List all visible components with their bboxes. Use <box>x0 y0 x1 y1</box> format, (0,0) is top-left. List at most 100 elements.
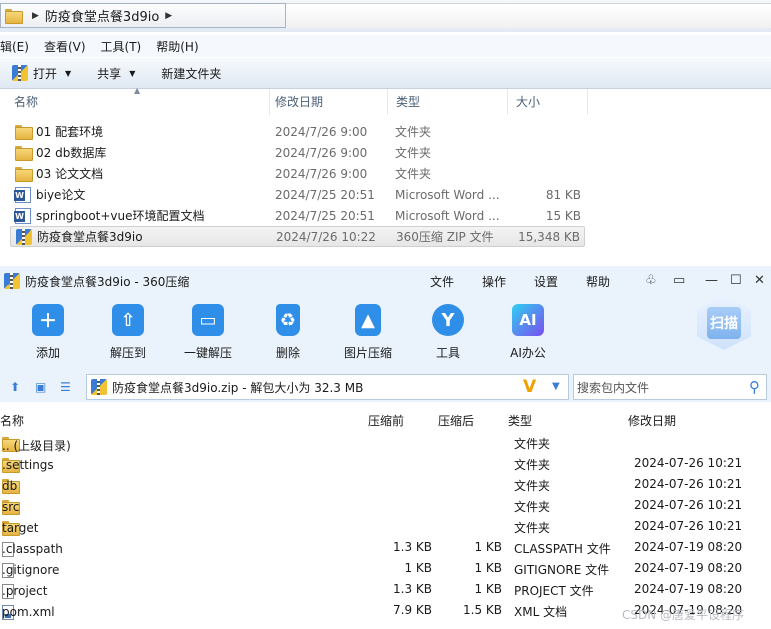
share-button-label: 共享 <box>97 66 122 81</box>
extract-icon: ⇧ <box>112 304 144 336</box>
file-name-text: 防疫食堂点餐3d9io <box>37 230 143 244</box>
share-button[interactable]: 共享 ▼ <box>97 65 135 82</box>
new-folder-button[interactable]: 新建文件夹 <box>161 65 221 82</box>
list-item[interactable]: db 文件夹 2024-07-26 10:21 <box>0 474 771 495</box>
file-row[interactable]: 01 配套环境 2024/7/26 9:00 文件夹 <box>10 121 585 142</box>
entry-name-text: .gitignore <box>2 563 60 577</box>
column-after[interactable]: 压缩后 <box>438 412 474 429</box>
zip-icon <box>4 273 20 289</box>
tools-button[interactable]: Y 工具 <box>413 304 483 361</box>
explorer-column-header: ▲ 名称 修改日期 类型 大小 <box>0 86 771 115</box>
column-type[interactable]: 类型 <box>508 412 532 429</box>
entry-type: 文件夹 <box>514 500 551 514</box>
chevron-right-icon[interactable]: ▶ <box>32 11 39 21</box>
entry-name-text: .project <box>2 584 48 598</box>
explorer-address-spacer <box>286 3 771 28</box>
file-name: 02 db数据库 <box>15 144 106 161</box>
file-type: 文件夹 <box>395 167 432 181</box>
zip-menu-file[interactable]: 文件 <box>430 273 454 290</box>
word-icon <box>14 186 31 203</box>
file-name: springboot+vue环境配置文档 <box>14 207 205 224</box>
ai-office-button[interactable]: AI AI办公 <box>493 304 563 361</box>
search-icon[interactable]: ⚲ <box>749 378 760 396</box>
scan-label: 扫描 <box>707 307 741 339</box>
zip-menu-settings[interactable]: 设置 <box>534 273 558 290</box>
file-name-text: 01 配套环境 <box>36 125 104 139</box>
entry-name-text: pom.xml <box>2 605 55 619</box>
zip-menu-help[interactable]: 帮助 <box>586 273 610 290</box>
column-date[interactable]: 修改日期 <box>267 89 388 115</box>
entry-after: 1.5 KB <box>463 603 502 617</box>
zip-title-text: 防疫食堂点餐3d9io - 360压缩 <box>25 274 190 289</box>
file-name: 防疫食堂点餐3d9io <box>16 228 143 245</box>
explorer-path-box[interactable]: ▶ 防疫食堂点餐3d9io ▶ <box>0 3 286 28</box>
chevron-right-icon[interactable]: ▶ <box>165 11 172 21</box>
minimize-icon[interactable]: — <box>705 273 718 288</box>
image-compress-button[interactable]: ▲ 图片压缩 <box>333 304 403 361</box>
list-item[interactable]: .settings 文件夹 2024-07-26 10:21 <box>0 453 771 474</box>
list-item[interactable]: .gitignore 1 KB 1 KB GITIGNORE 文件 2024-0… <box>0 558 771 579</box>
zip-search-input[interactable]: 搜索包内文件 ⚲ <box>573 374 767 400</box>
file-type: 文件夹 <box>395 146 432 160</box>
entry-after: 1 KB <box>474 582 502 596</box>
menu-view[interactable]: 查看(V) <box>44 38 86 55</box>
entry-modified: 2024-07-19 08:20 <box>634 540 743 554</box>
column-name[interactable]: 名称 <box>6 89 270 115</box>
file-date: 2024/7/26 9:00 <box>275 145 368 160</box>
file-row[interactable]: biye论文 2024/7/25 20:51 Microsoft Word ..… <box>10 184 585 205</box>
column-size[interactable]: 大小 <box>508 89 588 115</box>
open-button-label: 打开 <box>33 66 58 81</box>
open-button[interactable]: 打开 ▼ <box>12 65 71 82</box>
file-type: Microsoft Word ... <box>395 208 500 223</box>
skin-icon[interactable]: ♧ <box>645 273 657 288</box>
delete-button[interactable]: ♻ 删除 <box>253 304 323 361</box>
ai-office-label: AI办公 <box>510 346 546 360</box>
file-row[interactable]: 02 db数据库 2024/7/26 9:00 文件夹 <box>10 142 585 163</box>
entry-type: XML 文档 <box>514 605 568 619</box>
list-item[interactable]: .project 1.3 KB 1 KB PROJECT 文件 2024-07-… <box>0 579 771 600</box>
list-item[interactable]: target 文件夹 2024-07-26 10:21 <box>0 516 771 537</box>
add-button[interactable]: ＋ 添加 <box>13 304 83 361</box>
file-name-text: springboot+vue环境配置文档 <box>36 209 205 223</box>
zip-menu-operate[interactable]: 操作 <box>482 273 506 290</box>
entry-type: GITIGNORE 文件 <box>514 563 610 577</box>
file-type: 文件夹 <box>395 125 432 139</box>
one-click-extract-button[interactable]: ▭ 一键解压 <box>173 304 243 361</box>
entry-name-text: target <box>2 521 39 535</box>
maximize-icon[interactable]: ☐ <box>730 273 742 288</box>
up-arrow-icon[interactable]: ⬆ <box>10 380 20 394</box>
entry-before: 7.9 KB <box>393 603 432 617</box>
close-icon[interactable]: ✕ <box>754 273 765 288</box>
chevron-down-icon[interactable]: ▼ <box>552 381 560 392</box>
file-date: 2024/7/26 9:00 <box>275 124 368 139</box>
file-row[interactable]: springboot+vue环境配置文档 2024/7/25 20:51 Mic… <box>10 205 585 226</box>
trash-icon: ♻ <box>276 304 300 336</box>
extract-to-button[interactable]: ⇧ 解压到 <box>93 304 163 361</box>
menu-tools[interactable]: 工具(T) <box>101 38 142 55</box>
list-item[interactable]: .. (上级目录) 文件夹 <box>0 432 771 453</box>
list-item[interactable]: src 文件夹 2024-07-26 10:21 <box>0 495 771 516</box>
zip-path-field[interactable]: 防疫食堂点餐3d9io.zip - 解包大小为 32.3 MB V ▼ <box>86 374 569 400</box>
list-item[interactable]: .classpath 1.3 KB 1 KB CLASSPATH 文件 2024… <box>0 537 771 558</box>
zip-icon <box>16 228 32 245</box>
file-type: Microsoft Word ... <box>395 187 500 202</box>
thumbnail-view-icon[interactable]: ▣ <box>35 380 46 394</box>
image-compress-label: 图片压缩 <box>343 346 392 360</box>
menu-edit[interactable]: 辑(E) <box>0 38 29 55</box>
column-before[interactable]: 压缩前 <box>368 412 404 429</box>
zip-icon <box>12 65 28 81</box>
feedback-icon[interactable]: ▭ <box>673 273 685 288</box>
column-type[interactable]: 类型 <box>388 89 508 115</box>
vip-icon[interactable]: V <box>523 377 536 397</box>
file-name: biye论文 <box>14 186 85 203</box>
image-compress-icon: ▲ <box>355 304 381 336</box>
column-modified[interactable]: 修改日期 <box>628 412 676 429</box>
column-name[interactable]: 名称 <box>0 412 24 429</box>
list-view-icon[interactable]: ☰ <box>60 380 71 394</box>
file-row-selected[interactable]: 防疫食堂点餐3d9io 2024/7/26 10:22 360压缩 ZIP 文件… <box>10 226 585 247</box>
explorer-path[interactable]: 防疫食堂点餐3d9io <box>45 6 159 25</box>
file-row[interactable]: 03 论文文档 2024/7/26 9:00 文件夹 <box>10 163 585 184</box>
menu-help[interactable]: 帮助(H) <box>156 38 198 55</box>
entry-type: 文件夹 <box>514 437 551 451</box>
file-date: 2024/7/26 10:22 <box>276 229 376 244</box>
